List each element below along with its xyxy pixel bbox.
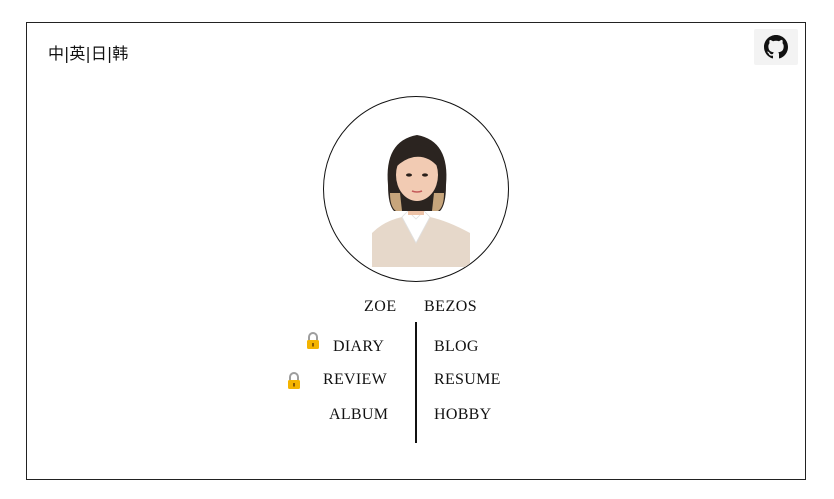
lock-icon	[288, 372, 300, 389]
profile-last-name: BEZOS	[424, 298, 478, 315]
lock-icon	[307, 332, 319, 349]
profile-first-name: ZOE	[364, 298, 397, 315]
github-link[interactable]	[754, 29, 798, 65]
lang-chinese[interactable]: 中	[48, 44, 64, 63]
profile-avatar	[323, 96, 509, 282]
lang-japanese[interactable]: 日	[91, 44, 107, 63]
nav-hobby[interactable]: HOBBY	[434, 406, 492, 424]
nav-resume[interactable]: RESUME	[434, 371, 501, 389]
portrait-photo	[372, 133, 470, 267]
nav-diary[interactable]: DIARY	[333, 338, 384, 356]
lang-korean[interactable]: 韩	[112, 44, 128, 63]
lang-english[interactable]: 英	[69, 44, 85, 63]
nav-blog[interactable]: BLOG	[434, 338, 479, 356]
language-switcher: 中|英|日|韩	[48, 40, 128, 64]
github-icon	[764, 35, 788, 59]
nav-divider	[415, 322, 417, 443]
nav-album[interactable]: ALBUM	[329, 406, 388, 424]
nav-review[interactable]: REVIEW	[323, 371, 387, 389]
